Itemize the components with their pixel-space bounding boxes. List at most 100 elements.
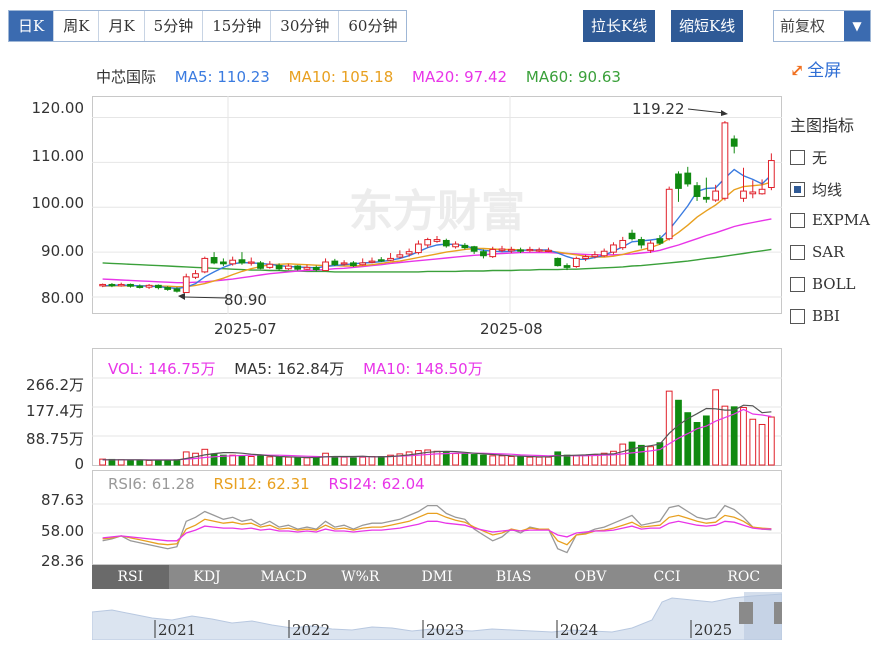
volume-bar: [127, 459, 134, 466]
candle-body: [127, 283, 134, 287]
volume-bar: [340, 456, 348, 466]
checkbox[interactable]: [790, 244, 805, 260]
volume-bar: [368, 456, 376, 466]
volume-bar: [535, 456, 543, 466]
indicator-tabs: RSI KDJ MACD W%R DMI BIAS OBV CCI ROC: [92, 565, 782, 589]
checkbox[interactable]: [790, 308, 805, 324]
volume-bar: [480, 454, 487, 466]
checkbox-checked[interactable]: [790, 182, 805, 197]
indicator-label: 均线: [812, 181, 843, 199]
navigator-right-handle[interactable]: [774, 602, 782, 624]
fullscreen-button[interactable]: ⤢ 全屏: [790, 56, 841, 81]
candle-body: [767, 160, 775, 188]
volume-bar: [322, 452, 329, 466]
checkbox[interactable]: [790, 150, 805, 165]
candle-body: [749, 191, 757, 195]
indicator-label: EXPMA: [812, 211, 870, 229]
candle-body: [368, 260, 376, 263]
tab-5min[interactable]: 5分钟: [144, 11, 204, 41]
indicator-sar[interactable]: SAR: [790, 243, 844, 261]
rsi12-line: [102, 512, 772, 546]
tab-daily[interactable]: 日K: [9, 11, 55, 41]
candle-body: [154, 284, 162, 289]
tab-60min[interactable]: 60分钟: [339, 11, 407, 41]
checkbox[interactable]: [790, 276, 805, 292]
indicator-none[interactable]: 无: [790, 147, 827, 168]
candle-body: [442, 239, 450, 247]
tab-weekly[interactable]: 周K: [54, 11, 100, 41]
tab-30min[interactable]: 30分钟: [271, 11, 340, 41]
volume-bar: [665, 390, 673, 466]
tab-kdj[interactable]: KDJ: [169, 565, 246, 589]
volume-bar: [712, 389, 720, 466]
volume-bar: [498, 455, 506, 466]
tab-rsi[interactable]: RSI: [92, 565, 169, 589]
tab-obv[interactable]: OBV: [552, 565, 629, 589]
period-tabs: 日K 周K 月K 5分钟 15分钟 30分钟 60分钟: [8, 10, 408, 42]
tab-roc[interactable]: ROC: [705, 565, 782, 589]
legend-ma20: MA20: 97.42: [412, 68, 508, 86]
volume-bar: [526, 456, 534, 466]
indicator-boll[interactable]: BOLL: [790, 275, 856, 293]
rsi-chart[interactable]: [92, 470, 782, 565]
tab-cci[interactable]: CCI: [629, 565, 706, 589]
tab-macd[interactable]: MACD: [245, 565, 322, 589]
stretch-kline-button[interactable]: 拉长K线: [583, 10, 656, 42]
volume-bar: [350, 457, 357, 466]
volume-bar: [331, 456, 339, 466]
navigator-left-handle[interactable]: [739, 602, 753, 624]
checkbox[interactable]: [790, 212, 805, 228]
indicator-ma[interactable]: 均线: [790, 179, 842, 200]
indicator-bbi[interactable]: BBI: [790, 307, 840, 325]
rsi-tick: 58.00: [41, 522, 84, 540]
tab-15min[interactable]: 15分钟: [203, 11, 272, 41]
candle-body: [507, 248, 515, 252]
volume-bar: [377, 456, 385, 466]
tab-monthly[interactable]: 月K: [99, 11, 145, 41]
chevron-down-icon[interactable]: ▼: [844, 11, 870, 41]
indicator-expma[interactable]: EXPMA: [790, 211, 870, 229]
price-chart[interactable]: 东方财富 119.22 80.90: [92, 96, 782, 314]
volume-bar: [517, 456, 524, 466]
volume-bar: [740, 406, 747, 466]
candle-body: [554, 257, 562, 267]
volume-bar: [730, 406, 738, 466]
volume-bar: [675, 399, 682, 466]
candle-body: [684, 172, 692, 185]
adjust-select[interactable]: 前复权 ▼: [773, 10, 871, 42]
volume-bar: [721, 405, 729, 466]
candle-body: [173, 288, 181, 292]
candle-body: [145, 284, 153, 288]
tab-wr[interactable]: W%R: [322, 565, 399, 589]
candle-body: [396, 254, 404, 258]
stock-name: 中芯国际: [96, 68, 157, 86]
indicator-label: BBI: [812, 307, 840, 325]
volume-chart[interactable]: [92, 348, 782, 466]
tab-bias[interactable]: BIAS: [475, 565, 552, 589]
volume-bar: [247, 456, 255, 466]
volume-bar: [136, 459, 144, 466]
timeline-navigator[interactable]: 2021 2022 2023 2024 2025: [92, 590, 782, 640]
volume-bar: [303, 457, 311, 466]
candle: [201, 256, 209, 274]
price-tick: 90.00: [41, 242, 84, 260]
candle-body: [312, 266, 320, 271]
rsi-tick: 28.36: [41, 552, 84, 570]
volume-bar: [117, 459, 125, 466]
candle-body: [610, 244, 617, 253]
candle-body: [628, 232, 636, 240]
volume-tick: 266.2万: [26, 376, 84, 394]
candle-body: [220, 261, 227, 265]
candle-body: [480, 251, 487, 257]
indicator-label: BOLL: [812, 275, 856, 293]
volume-bar: [145, 459, 153, 466]
tab-dmi[interactable]: DMI: [399, 565, 476, 589]
candle-body: [201, 257, 209, 273]
candle-body: [535, 249, 543, 252]
price-tick: 100.00: [31, 194, 85, 212]
candle-body: [136, 285, 144, 288]
date-tick: 2025-07: [214, 320, 277, 338]
candle-body: [498, 248, 506, 251]
date-tick: 2025-08: [480, 320, 543, 338]
shrink-kline-button[interactable]: 缩短K线: [671, 10, 744, 42]
